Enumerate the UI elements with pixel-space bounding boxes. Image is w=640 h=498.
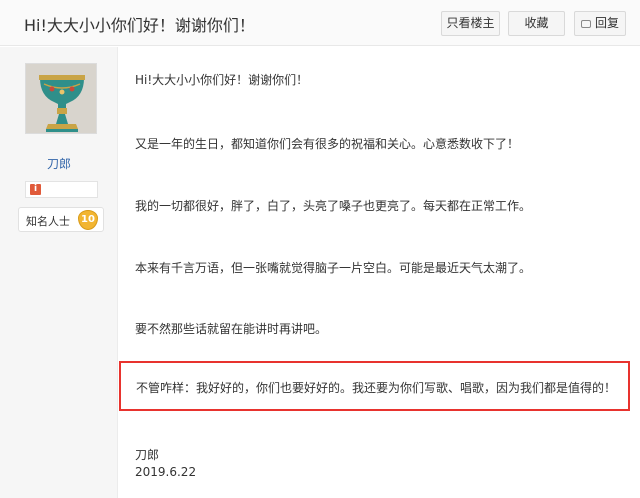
avatar-image: [26, 64, 96, 133]
reply-button-label: 回复: [594, 16, 619, 30]
rank-level-badge: 10: [78, 210, 98, 230]
reply-icon: [580, 20, 591, 28]
avatar[interactable]: 楼主: [25, 63, 97, 134]
post-paragraph: 本来有千言万语，但一张嘴就觉得脑子一片空白。可能是最近天气太潮了。: [135, 261, 532, 275]
info-icon[interactable]: i: [30, 184, 41, 195]
post-date: 2019.6.22: [135, 465, 197, 479]
reply-button[interactable]: 回复: [574, 11, 626, 36]
post-signature: 刀郎: [135, 448, 160, 462]
favorite-button[interactable]: 收藏: [508, 11, 565, 36]
owner-only-button[interactable]: 只看楼主: [441, 11, 500, 36]
post-content: Hi!大大小小你们好！谢谢你们！ 又是一年的生日，都知道你们会有很多的祝福和关心…: [119, 47, 640, 498]
author-rank: 知名人士 10: [18, 207, 104, 232]
thread-header: Hi!大大小小你们好！谢谢你们！ 只看楼主 收藏 回复: [0, 0, 640, 46]
post-paragraph: 又是一年的生日，都知道你们会有很多的祝福和关心。心意悉数收下了！: [135, 137, 520, 151]
highlight-box: 不管咋样：我好好的，你们也要好好的。我还要为你们写歌、唱歌，因为我们都是值得的！: [119, 361, 630, 411]
rank-label: 知名人士: [26, 215, 70, 228]
author-name[interactable]: 刀郎: [0, 155, 118, 172]
post-paragraph: 我的一切都很好，胖了，白了，头亮了嗓子也更亮了。每天都在正常工作。: [135, 199, 532, 213]
highlighted-paragraph: 不管咋样：我好好的，你们也要好好的。我还要为你们写歌、唱歌，因为我们都是值得的！: [136, 381, 617, 395]
post-paragraph: Hi!大大小小你们好！谢谢你们！: [135, 73, 309, 87]
author-sidebar: 楼主 刀郎 i 知名人士 10: [0, 47, 118, 498]
thread-title: Hi!大大小小你们好！谢谢你们！: [24, 16, 255, 35]
post-paragraph: 要不然那些话就留在能讲时再讲吧。: [135, 322, 328, 336]
author-info-box: i: [25, 181, 98, 198]
